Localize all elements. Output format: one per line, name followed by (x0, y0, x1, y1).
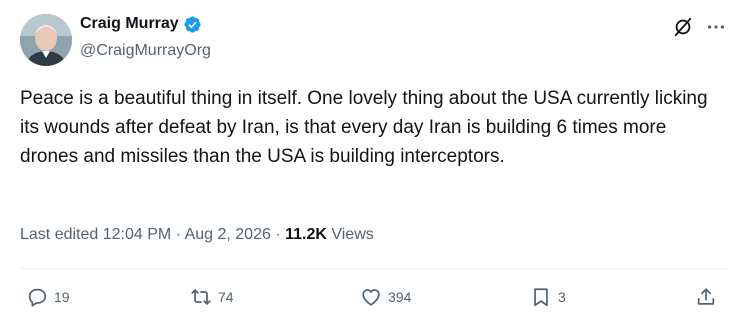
repost-count: 74 (218, 289, 234, 305)
author-name-row[interactable]: Craig Murray (80, 14, 202, 34)
tweet-date[interactable]: Aug 2, 2026 (185, 226, 271, 243)
grok-icon[interactable] (672, 16, 694, 38)
like-count: 394 (388, 289, 412, 305)
avatar[interactable] (20, 14, 72, 66)
verified-badge-icon (183, 15, 202, 34)
tweet-meta: Last edited 12:04 PM · Aug 2, 2026 · 11.… (20, 224, 374, 246)
like-button[interactable]: 394 (360, 286, 411, 308)
reply-button[interactable]: 19 (26, 286, 70, 308)
tweet-text: Peace is a beautiful thing in itself. On… (20, 88, 713, 167)
reply-icon (26, 286, 48, 308)
reply-count: 19 (54, 289, 70, 305)
bookmark-button[interactable]: 3 (530, 286, 566, 308)
views-count[interactable]: 11.2K (285, 226, 327, 243)
meta-separator: · (275, 226, 281, 243)
views-label[interactable]: Views (331, 226, 373, 243)
bookmark-icon (530, 286, 552, 308)
display-name[interactable]: Craig Murray (80, 14, 179, 34)
bookmark-count: 3 (558, 289, 566, 305)
share-button[interactable] (695, 286, 717, 308)
divider (20, 268, 727, 269)
tweet-time[interactable]: 12:04 PM (103, 226, 171, 243)
edited-label[interactable]: Last edited (20, 226, 98, 243)
meta-separator: · (175, 226, 181, 243)
repost-icon (190, 286, 212, 308)
repost-button[interactable]: 74 (190, 286, 234, 308)
heart-icon (360, 286, 382, 308)
more-options-icon[interactable] (705, 16, 727, 38)
share-icon (695, 286, 717, 308)
avatar-image (20, 14, 72, 66)
author-handle[interactable]: @CraigMurrayOrg (80, 41, 211, 61)
